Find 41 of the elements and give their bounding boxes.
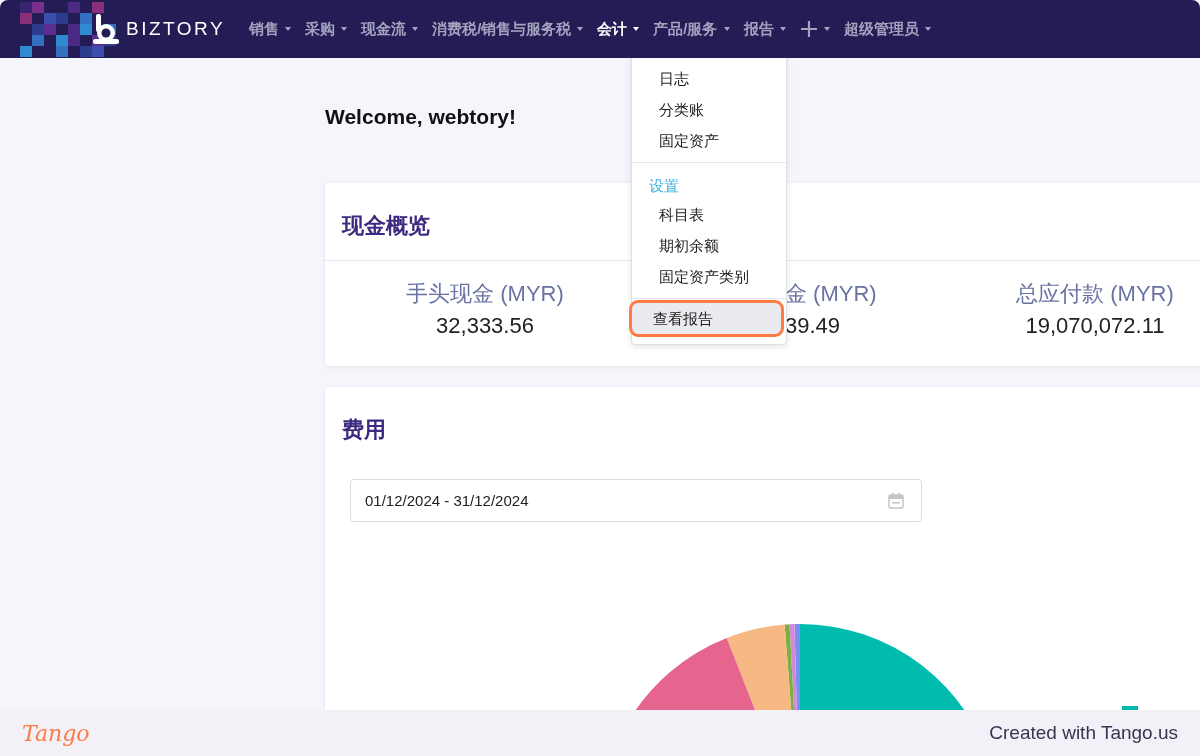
brand-name: BIZTORY bbox=[126, 18, 226, 40]
caret-icon bbox=[779, 27, 786, 31]
calendar-icon bbox=[888, 492, 904, 509]
menu-section-header: 设置 bbox=[648, 176, 680, 196]
stat-value: 39.49 bbox=[785, 313, 841, 339]
nav-menu-item[interactable]: 超级管理员 bbox=[843, 19, 931, 39]
nav-menu-item[interactable]: 采购 bbox=[305, 19, 348, 39]
nav-menu-item[interactable] bbox=[799, 20, 830, 38]
caret-icon bbox=[285, 27, 292, 31]
caret-icon bbox=[412, 27, 419, 31]
stat-value: 32,333.56 bbox=[436, 313, 534, 339]
caret-icon bbox=[633, 27, 640, 31]
caret-icon bbox=[577, 27, 584, 31]
nav-menu-item[interactable]: 销售 bbox=[249, 19, 292, 39]
stat-label: 金 (MYR) bbox=[785, 280, 877, 308]
tango-logo: Tango bbox=[22, 720, 90, 746]
caret-icon bbox=[341, 27, 348, 31]
credit-text: Created with Tango.us bbox=[989, 722, 1178, 744]
caret-icon bbox=[823, 27, 830, 31]
nav-menu-item[interactable]: 报告 bbox=[743, 19, 786, 39]
dropdown-menu-item[interactable]: 查看报告 bbox=[632, 303, 781, 334]
stat-label: 手头现金 (MYR) bbox=[406, 280, 564, 308]
nav-menu-item[interactable]: 产品/服务 bbox=[653, 19, 730, 39]
welcome-heading: Welcome, webtory! bbox=[325, 105, 516, 130]
stat-label: 总应付款 (MYR) bbox=[1016, 280, 1174, 308]
dropdown-menu-item[interactable]: 固定资产 bbox=[635, 125, 783, 156]
stat-value: 19,070,072.11 bbox=[1025, 313, 1165, 339]
nav-menu-item[interactable]: 现金流 bbox=[361, 19, 419, 39]
logo-icon bbox=[92, 14, 120, 44]
nav-menu-item[interactable]: 会计 bbox=[597, 19, 640, 39]
plus-icon bbox=[799, 20, 818, 38]
dropdown-menu-item[interactable]: 固定资产类别 bbox=[635, 261, 783, 292]
caret-icon bbox=[723, 27, 730, 31]
dropdown-menu-item[interactable]: 科目表 bbox=[635, 199, 783, 230]
dropdown-menu-item[interactable]: 日志 bbox=[635, 63, 783, 94]
dropdown-menu-item[interactable]: 分类账 bbox=[635, 94, 783, 125]
card-title: 费用 bbox=[341, 416, 387, 444]
date-range-field[interactable]: 01/12/2024 - 31/12/2024 bbox=[350, 479, 922, 522]
dropdown-menu-item[interactable]: 期初余额 bbox=[635, 230, 783, 261]
caret-icon bbox=[924, 27, 931, 31]
nav-menu-item[interactable]: 消费税/销售与服务税 bbox=[432, 19, 584, 39]
